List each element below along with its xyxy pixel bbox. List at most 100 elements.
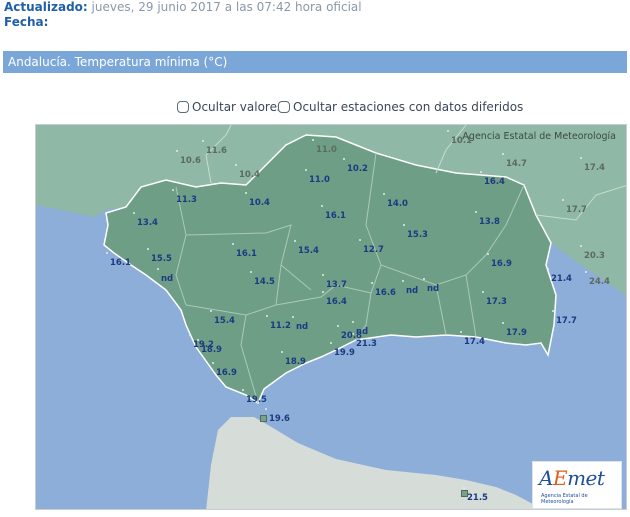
station-dot xyxy=(266,315,268,317)
station-value[interactable]: 11.0 xyxy=(316,145,337,155)
station-dot xyxy=(343,158,345,160)
station-value[interactable]: 11.6 xyxy=(206,146,227,156)
station-value[interactable]: 13.7 xyxy=(326,280,347,290)
station-value[interactable]: nd xyxy=(296,322,308,332)
station-dot xyxy=(475,211,477,213)
station-value[interactable]: 17.9 xyxy=(506,328,527,338)
station-value[interactable]: 10.4 xyxy=(239,170,260,180)
station-value[interactable]: 16.6 xyxy=(375,288,396,298)
date-label: Fecha: xyxy=(4,15,49,29)
watermark: Agencia Estatal de Meteorología xyxy=(462,131,616,142)
station-value[interactable]: 16.1 xyxy=(325,211,346,221)
station-value[interactable]: 10.6 xyxy=(180,156,201,166)
station-value[interactable]: 14.5 xyxy=(254,277,275,287)
station-dot xyxy=(330,342,332,344)
station-value[interactable]: nd xyxy=(161,274,173,284)
station-value[interactable]: 13.4 xyxy=(137,218,158,228)
station-value[interactable]: 21.5 xyxy=(467,493,488,503)
station-value[interactable]: 16.4 xyxy=(326,297,347,307)
station-value[interactable]: 16.1 xyxy=(236,249,257,259)
station-dot xyxy=(312,139,314,141)
station-dot xyxy=(305,169,307,171)
station-dot xyxy=(580,157,582,159)
station-dot xyxy=(480,171,482,173)
station-value[interactable]: 24.4 xyxy=(589,277,610,287)
station-value[interactable]: 19.6 xyxy=(269,414,290,424)
updated-row: Actualizado: jueves, 29 junio 2017 a las… xyxy=(4,0,362,14)
hide-deferred-checkbox[interactable] xyxy=(278,101,290,113)
station-dot xyxy=(423,278,425,280)
station-dot xyxy=(292,316,294,318)
station-value[interactable]: 10.4 xyxy=(249,198,270,208)
station-value[interactable]: 12.7 xyxy=(363,245,384,255)
station-value[interactable]: 21.4 xyxy=(551,274,572,284)
station-dot xyxy=(322,274,324,276)
station-dot xyxy=(580,245,582,247)
station-dot xyxy=(337,325,339,327)
updated-label: Actualizado: xyxy=(4,0,88,14)
station-value[interactable]: 19.5 xyxy=(246,395,267,405)
station-dot xyxy=(157,268,159,270)
station-value[interactable]: 14.7 xyxy=(506,159,527,169)
updated-value: jueves, 29 junio 2017 a las 07:42 hora o… xyxy=(91,0,362,14)
station-dot xyxy=(402,280,404,282)
station-value[interactable]: 20.3 xyxy=(584,251,605,261)
station-dot xyxy=(321,205,323,207)
date-row: Fecha: xyxy=(4,15,48,29)
station-value[interactable]: 11.3 xyxy=(176,195,197,205)
station-dot xyxy=(176,150,178,152)
station-value[interactable]: 17.7 xyxy=(566,205,587,215)
hide-values-checkbox[interactable] xyxy=(177,101,189,113)
hide-values-toggle[interactable]: Ocultar valores xyxy=(177,100,283,114)
station-value[interactable]: 10.1 xyxy=(451,136,472,146)
station-value[interactable]: 11.0 xyxy=(309,175,330,185)
station-dot xyxy=(482,291,484,293)
station-dot xyxy=(147,248,149,250)
logo-subtitle: Agencia Estatal de Meteorología xyxy=(541,493,588,505)
station-value[interactable]: 17.3 xyxy=(486,297,507,307)
station-value[interactable]: nd xyxy=(427,284,439,294)
station-value[interactable]: nd xyxy=(356,327,368,337)
station-value[interactable]: 16.1 xyxy=(110,258,131,268)
station-dot xyxy=(383,193,385,195)
station-dot xyxy=(562,199,564,201)
station-dot xyxy=(232,243,234,245)
station-value[interactable]: 17.4 xyxy=(464,337,485,347)
station-value[interactable]: 17.7 xyxy=(556,316,577,326)
ceuta-marker xyxy=(260,415,267,422)
station-dot xyxy=(212,362,214,364)
temperature-map[interactable]: Agencia Estatal de Meteorología 10.6 11.6… xyxy=(35,124,627,510)
station-value[interactable]: 10.2 xyxy=(347,164,368,174)
station-value[interactable]: 15.3 xyxy=(407,230,428,240)
station-dot xyxy=(352,321,354,323)
station-value[interactable]: 13.8 xyxy=(479,217,500,227)
station-dot xyxy=(202,140,204,142)
station-value[interactable]: 15.5 xyxy=(151,254,172,264)
station-dot xyxy=(245,192,247,194)
alboran-marker xyxy=(461,490,468,497)
station-value[interactable]: 18.9 xyxy=(285,357,306,367)
logo-a: A xyxy=(539,466,553,490)
map-title: Andalucía. Temperatura mínima (°C) xyxy=(8,55,228,69)
station-value[interactable]: 19.9 xyxy=(334,348,355,358)
station-value[interactable]: 16.9 xyxy=(216,368,237,378)
station-value[interactable]: nd xyxy=(406,286,418,296)
station-value[interactable]: 14.0 xyxy=(387,199,408,209)
station-value[interactable]: 15.4 xyxy=(298,246,319,256)
station-value[interactable]: 16.9 xyxy=(491,259,512,269)
station-dot xyxy=(371,282,373,284)
aemet-logo: AEmet Agencia Estatal de Meteorología xyxy=(532,461,622,509)
hide-deferred-toggle[interactable]: Ocultar estaciones con datos diferidos xyxy=(278,100,523,114)
hide-values-label: Ocultar valores xyxy=(192,100,284,114)
station-dot xyxy=(502,322,504,324)
station-value[interactable]: 17.4 xyxy=(584,163,605,173)
station-dot xyxy=(189,334,191,336)
hide-deferred-label: Ocultar estaciones con datos diferidos xyxy=(293,100,524,114)
station-value[interactable]: 21.3 xyxy=(356,339,377,349)
station-value[interactable]: 16.4 xyxy=(484,177,505,187)
station-value[interactable]: 11.2 xyxy=(270,321,291,331)
station-value[interactable]: 15.4 xyxy=(214,316,235,326)
station-dot xyxy=(281,351,283,353)
station-value[interactable]: 18.9 xyxy=(201,345,222,355)
station-dot xyxy=(487,253,489,255)
